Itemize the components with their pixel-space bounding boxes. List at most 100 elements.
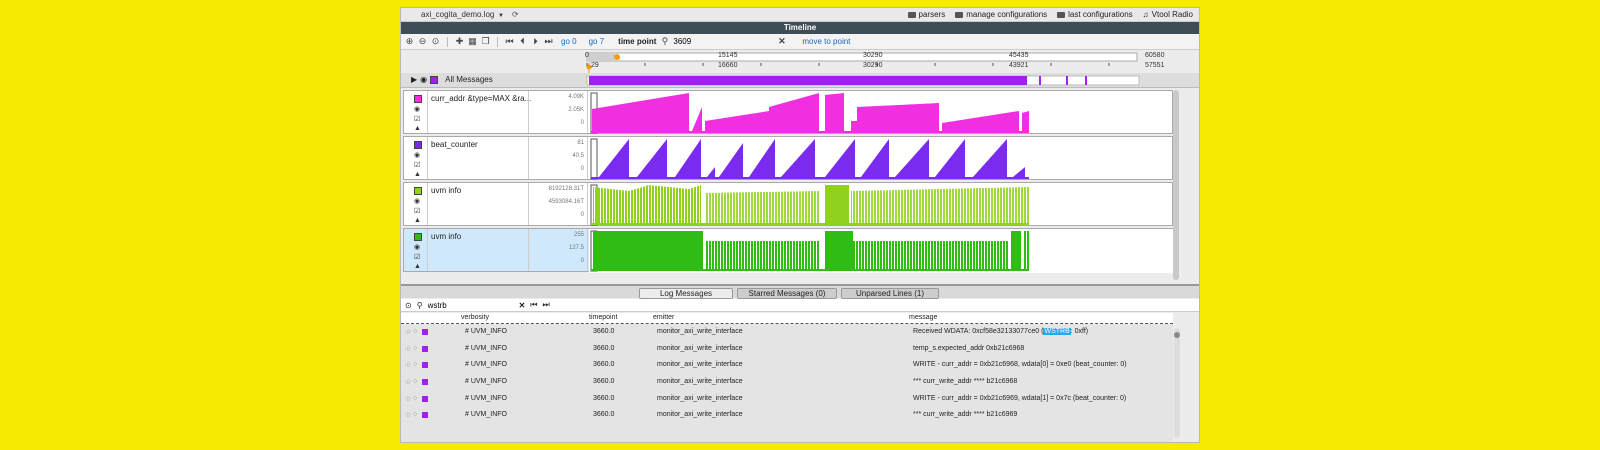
range-handle[interactable] [614,54,620,60]
tab-unparsed-lines[interactable]: Unparsed Lines (1) [841,288,939,299]
ruler-bottom-tick: 29 [591,62,599,69]
zoom-in-icon[interactable]: ⊕ [405,36,414,47]
eye-icon[interactable]: ◉ [414,243,420,251]
color-swatch [422,362,428,369]
col-verbosity[interactable]: verbosity [461,314,489,321]
ruler-bottom-tick: 43921 [1009,62,1029,69]
star-icon[interactable]: ☆ [405,345,411,353]
prev-match-icon[interactable]: ⏮ [530,300,537,310]
tracks-scrollbar[interactable] [1173,90,1179,280]
zoom-fit-icon[interactable]: ⊙ [431,36,440,47]
eye-icon[interactable]: ◉ [414,105,420,113]
go-end-link[interactable]: go 7 [589,37,605,46]
time-ruler[interactable]: 0 15145 30290 45435 60580 29 16660 30290… [401,51,1199,73]
cell-message: temp_s.expected_addr 0xb21c6968 [913,344,1025,352]
color-swatch [422,379,428,386]
menu-manage-configurations[interactable]: manage configurations [955,10,1047,19]
menu-vtool-radio[interactable]: ♫ Vtool Radio [1143,10,1193,19]
filter-input[interactable] [427,300,514,310]
circle-icon[interactable]: ○ [413,345,417,352]
star-icon[interactable]: ☆ [405,411,411,419]
divider [497,36,498,47]
tab-starred-messages[interactable]: Starred Messages (0) [737,288,837,299]
last-icon[interactable]: ⏭ [544,36,553,47]
menu-last-configurations[interactable]: last configurations [1057,10,1133,19]
color-swatch[interactable] [414,141,422,149]
track-uvm-info-1[interactable]: ◉ ☑ ▲ uvm info 8192128.31T 4593084.16T 0 [403,182,1173,226]
cell-message: *** curr_write_addr **** b21c6968 [913,378,1018,386]
table-body: ☆ ○ # UVM_INFO 3660.0 monitor_axi_write_… [401,324,1173,424]
color-swatch[interactable] [414,95,422,103]
next-icon[interactable]: ⏵ [531,36,540,47]
circle-icon[interactable]: ○ [413,395,417,402]
menu-parsers[interactable]: parsers [907,10,945,19]
col-emitter[interactable]: emitter [653,314,674,321]
prev-icon[interactable]: ⏴ [518,36,527,47]
color-swatch[interactable] [414,187,422,195]
table-row[interactable]: ☆ ○ # UVM_INFO 3660.0 monitor_axi_write_… [401,407,1173,424]
search-icon: ⚲ [661,36,669,46]
time-point-input[interactable] [673,35,774,48]
copy-icon[interactable]: ❐ [481,36,490,47]
cell-message: WRITE - curr_addr = 0xb21c6968, wdata[0]… [913,361,1127,369]
file-selector[interactable]: axi_cogita_demo.log ▼ [421,10,504,19]
scroll-knob[interactable] [1174,332,1180,338]
search-highlight: WSTRB [1043,328,1071,335]
track-curr-addr[interactable]: ◉ ☑ ▲ curr_addr &type=MAX &ra... 4.09K 2.… [403,90,1173,134]
star-icon[interactable]: ☆ [405,378,411,386]
track-beat-counter[interactable]: ◉ ☑ ▲ beat_counter 81 40.5 0 [403,136,1173,180]
table-row[interactable]: ☆ ○ # UVM_INFO 3660.0 monitor_axi_write_… [401,357,1173,374]
collapse-icon[interactable]: ▲ [414,217,421,224]
time-point-label: time point [618,37,657,46]
eye-icon[interactable]: ◉ [414,151,420,159]
cell-verbosity: # UVM_INFO [465,394,508,402]
all-messages-row[interactable]: ▶ ◉ All Messages [401,73,1199,88]
edit-icon[interactable]: ☑ [414,161,420,169]
track-uvm-info-2[interactable]: ◉ ☑ ▲ uvm info 255 127.5 0 [403,228,1173,273]
circle-icon[interactable]: ○ [413,411,417,418]
col-message[interactable]: message [909,314,937,321]
table-row[interactable]: ☆ ○ # UVM_INFO 3660.0 monitor_axi_write_… [401,391,1173,408]
circle-icon[interactable]: ○ [413,378,417,385]
close-icon[interactable]: ✕ [777,36,786,47]
edit-icon[interactable]: ☑ [414,207,420,215]
trash-icon[interactable]: ▦ [468,36,477,47]
star-icon[interactable]: ☆ [405,395,411,403]
eye-icon[interactable]: ◉ [414,197,420,205]
cell-emitter: monitor_axi_write_interface [657,394,743,402]
cell-verbosity: # UVM_INFO [465,411,508,419]
table-row[interactable]: ☆ ○ # UVM_INFO 3660.0 monitor_axi_write_… [401,324,1173,341]
table-scrollbar[interactable] [1174,328,1180,438]
refresh-icon[interactable]: ⟳ [512,10,519,19]
ruler-top-tick: 45435 [1009,52,1029,59]
collapse-icon[interactable]: ▲ [414,125,421,132]
table-row[interactable]: ☆ ○ # UVM_INFO 3660.0 monitor_axi_write_… [401,374,1173,391]
color-swatch[interactable] [414,233,422,241]
clear-icon[interactable]: ✕ [519,301,526,310]
move-to-point-link[interactable]: move to point [802,37,850,46]
circle-icon[interactable]: ○ [413,361,417,368]
folder-icon [955,11,964,18]
collapse-icon[interactable]: ▲ [414,263,421,270]
ruler-bottom-tick: 30290 [863,62,883,69]
cell-emitter: monitor_axi_write_interface [657,378,743,386]
edit-icon[interactable]: ☑ [414,253,420,261]
zoom-out-icon[interactable]: ⊖ [418,36,427,47]
ruler-track [586,52,1138,62]
next-match-icon[interactable]: ⏭ [542,300,549,310]
collapse-icon[interactable]: ▲ [414,171,421,178]
cell-timepoint: 3660.0 [593,344,615,352]
target-icon[interactable]: ⊙ [405,301,412,310]
table-row[interactable]: ☆ ○ # UVM_INFO 3660.0 monitor_axi_write_… [401,341,1173,358]
divider [447,36,448,47]
add-icon[interactable]: ✚ [455,36,464,47]
go-start-link[interactable]: go 0 [561,37,577,46]
star-icon[interactable]: ☆ [405,328,411,336]
edit-icon[interactable]: ☑ [414,115,420,123]
star-icon[interactable]: ☆ [405,361,411,369]
waveform-beat-counter [590,138,1029,180]
col-timepoint[interactable]: timepoint [589,314,617,321]
tab-log-messages[interactable]: Log Messages [639,288,733,299]
circle-icon[interactable]: ○ [413,328,417,335]
first-icon[interactable]: ⏮ [505,36,514,47]
